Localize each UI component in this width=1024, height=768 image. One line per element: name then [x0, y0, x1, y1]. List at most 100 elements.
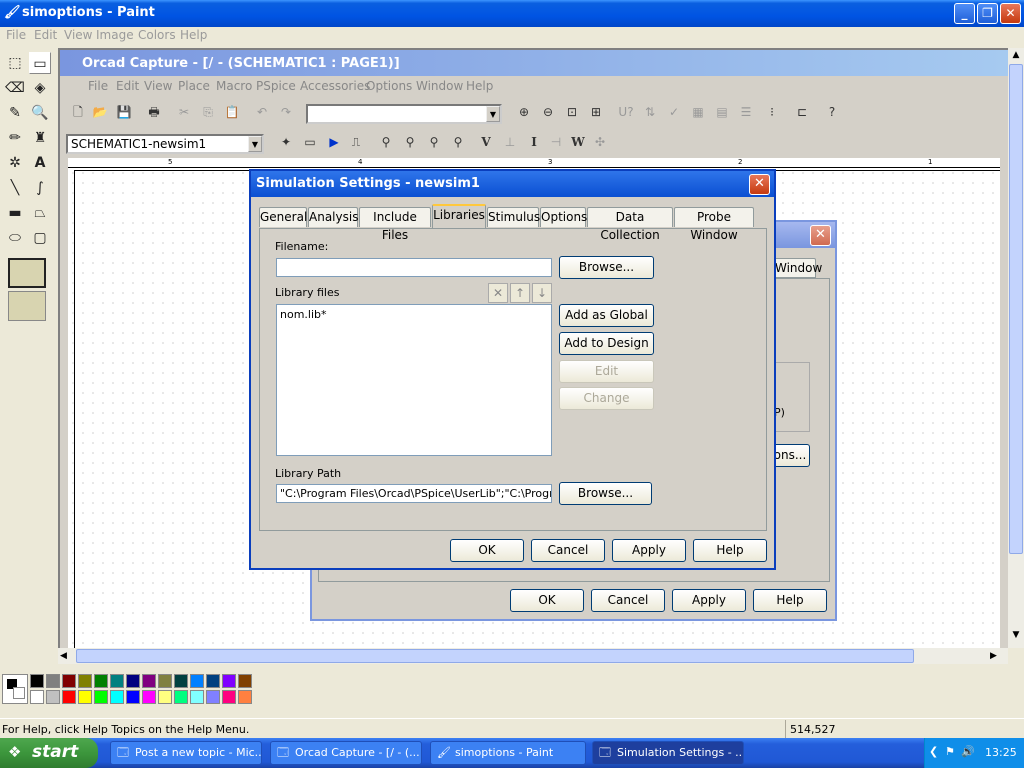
scroll-up-icon[interactable]: ▲: [1009, 50, 1023, 64]
move-up-icon[interactable]: ↑: [510, 283, 530, 303]
apply-button[interactable]: Apply: [612, 539, 686, 562]
close-button[interactable]: ✕: [1000, 3, 1021, 24]
color-swatch[interactable]: [174, 690, 188, 704]
help-button[interactable]: Help: [693, 539, 767, 562]
color-swatch[interactable]: [142, 674, 156, 688]
airbrush-icon[interactable]: ✲: [4, 152, 26, 174]
tab-probe-window[interactable]: Probe Window: [674, 207, 754, 242]
menu-file[interactable]: File: [6, 28, 26, 42]
color-swatch[interactable]: [126, 690, 140, 704]
ellipse-icon[interactable]: ⬭: [4, 227, 26, 249]
free-select-icon[interactable]: ⬚: [4, 52, 26, 74]
scroll-left-icon[interactable]: ◀: [60, 649, 74, 663]
scroll-down-icon[interactable]: ▼: [1009, 630, 1023, 644]
delete-icon[interactable]: ✕: [488, 283, 508, 303]
line-icon[interactable]: ╲: [4, 177, 26, 199]
background-dialog-close-icon[interactable]: ✕: [810, 225, 831, 246]
color-swatch[interactable]: [142, 690, 156, 704]
background-apply-button[interactable]: Apply: [672, 589, 746, 612]
color-swatch[interactable]: [94, 690, 108, 704]
fill-icon[interactable]: ◈: [29, 77, 51, 99]
add-to-design-button[interactable]: Add to Design: [559, 332, 654, 355]
dialog-close-icon[interactable]: ✕: [749, 174, 770, 195]
ok-button[interactable]: OK: [450, 539, 524, 562]
pencil-icon[interactable]: ✏: [4, 127, 26, 149]
background-options-button[interactable]: ons...: [770, 444, 810, 467]
fill-option-2-icon[interactable]: [8, 291, 46, 321]
maximize-button[interactable]: ❐: [977, 3, 998, 24]
library-files-list[interactable]: nom.lib*: [276, 304, 552, 456]
library-path-field[interactable]: "C:\Program Files\Orcad\PSpice\UserLib";…: [276, 484, 552, 503]
tray-expand-icon[interactable]: ❮: [929, 745, 938, 758]
tray-app-icon[interactable]: ⚑: [945, 745, 955, 758]
color-swatch[interactable]: [238, 674, 252, 688]
background-help-button[interactable]: Help: [753, 589, 827, 612]
curve-icon[interactable]: ∫: [29, 177, 51, 199]
cancel-button[interactable]: Cancel: [531, 539, 605, 562]
color-swatch[interactable]: [174, 674, 188, 688]
color-swatch[interactable]: [238, 690, 252, 704]
task-orcad[interactable]: 🗔 Orcad Capture - [/ - (...: [270, 741, 422, 765]
color-swatch[interactable]: [110, 690, 124, 704]
color-swatch[interactable]: [190, 690, 204, 704]
rounded-rect-icon[interactable]: ▢: [29, 227, 51, 249]
color-swatch[interactable]: [222, 674, 236, 688]
move-down-icon[interactable]: ↓: [532, 283, 552, 303]
tab-include-files[interactable]: Include Files: [359, 207, 431, 242]
color-swatch[interactable]: [126, 674, 140, 688]
color-swatch[interactable]: [110, 674, 124, 688]
background-ok-button[interactable]: OK: [510, 589, 584, 612]
tab-options[interactable]: Options: [540, 207, 587, 227]
library-path-browse-button[interactable]: Browse...: [559, 482, 652, 505]
menu-colors[interactable]: Colors: [138, 28, 176, 42]
menu-image[interactable]: Image: [96, 28, 134, 42]
tab-libraries[interactable]: Libraries: [432, 204, 486, 228]
color-swatch[interactable]: [46, 674, 60, 688]
color-swatch[interactable]: [78, 690, 92, 704]
fill-option-1-icon[interactable]: [8, 258, 46, 288]
tab-stimulus[interactable]: Stimulus: [487, 207, 540, 227]
brush-icon[interactable]: ♜: [29, 127, 51, 149]
vertical-scrollbar[interactable]: ▲ ▼: [1008, 48, 1024, 648]
change-button[interactable]: Change: [559, 387, 654, 410]
polygon-icon[interactable]: ⏢: [29, 202, 51, 224]
scroll-right-icon[interactable]: ▶: [990, 649, 1004, 663]
color-swatch[interactable]: [62, 674, 76, 688]
picker-icon[interactable]: ✎: [4, 102, 26, 124]
start-button[interactable]: ❖ start: [0, 738, 98, 768]
text-icon[interactable]: A: [29, 152, 51, 174]
magnifier-icon[interactable]: 🔍: [29, 102, 51, 124]
menu-help[interactable]: Help: [180, 28, 207, 42]
tab-data-collection[interactable]: Data Collection: [587, 207, 673, 242]
edit-button[interactable]: Edit: [559, 360, 654, 383]
vertical-scroll-thumb[interactable]: [1009, 64, 1023, 554]
tab-analysis[interactable]: Analysis: [308, 207, 358, 227]
minimize-button[interactable]: _: [954, 3, 975, 24]
color-swatch[interactable]: [158, 674, 172, 688]
menu-edit[interactable]: Edit: [34, 28, 57, 42]
filename-browse-button[interactable]: Browse...: [559, 256, 654, 279]
add-as-global-button[interactable]: Add as Global: [559, 304, 654, 327]
list-item[interactable]: nom.lib*: [280, 308, 548, 321]
color-swatch[interactable]: [206, 690, 220, 704]
horizontal-scroll-thumb[interactable]: [76, 649, 914, 663]
color-swatch[interactable]: [30, 690, 44, 704]
color-swatch[interactable]: [46, 690, 60, 704]
color-swatch[interactable]: [222, 690, 236, 704]
horizontal-scrollbar[interactable]: ◀ ▶: [58, 648, 1008, 664]
color-swatch[interactable]: [78, 674, 92, 688]
rect-select-icon[interactable]: ▭: [29, 52, 51, 74]
task-paint[interactable]: 🖌 simoptions - Paint: [430, 741, 586, 765]
filename-field[interactable]: [276, 258, 552, 277]
menu-view[interactable]: View: [64, 28, 92, 42]
task-simulation-settings[interactable]: 🗔 Simulation Settings - ...: [592, 741, 744, 765]
color-swatch[interactable]: [30, 674, 44, 688]
tab-general[interactable]: General: [259, 207, 307, 227]
task-browser[interactable]: 🗔 Post a new topic - Mic...: [110, 741, 262, 765]
color-swatch[interactable]: [62, 690, 76, 704]
color-swatch[interactable]: [190, 674, 204, 688]
color-swatch[interactable]: [158, 690, 172, 704]
eraser-icon[interactable]: ⌫: [4, 77, 26, 99]
color-swatch[interactable]: [94, 674, 108, 688]
background-tab-window[interactable]: Window: [774, 258, 822, 278]
